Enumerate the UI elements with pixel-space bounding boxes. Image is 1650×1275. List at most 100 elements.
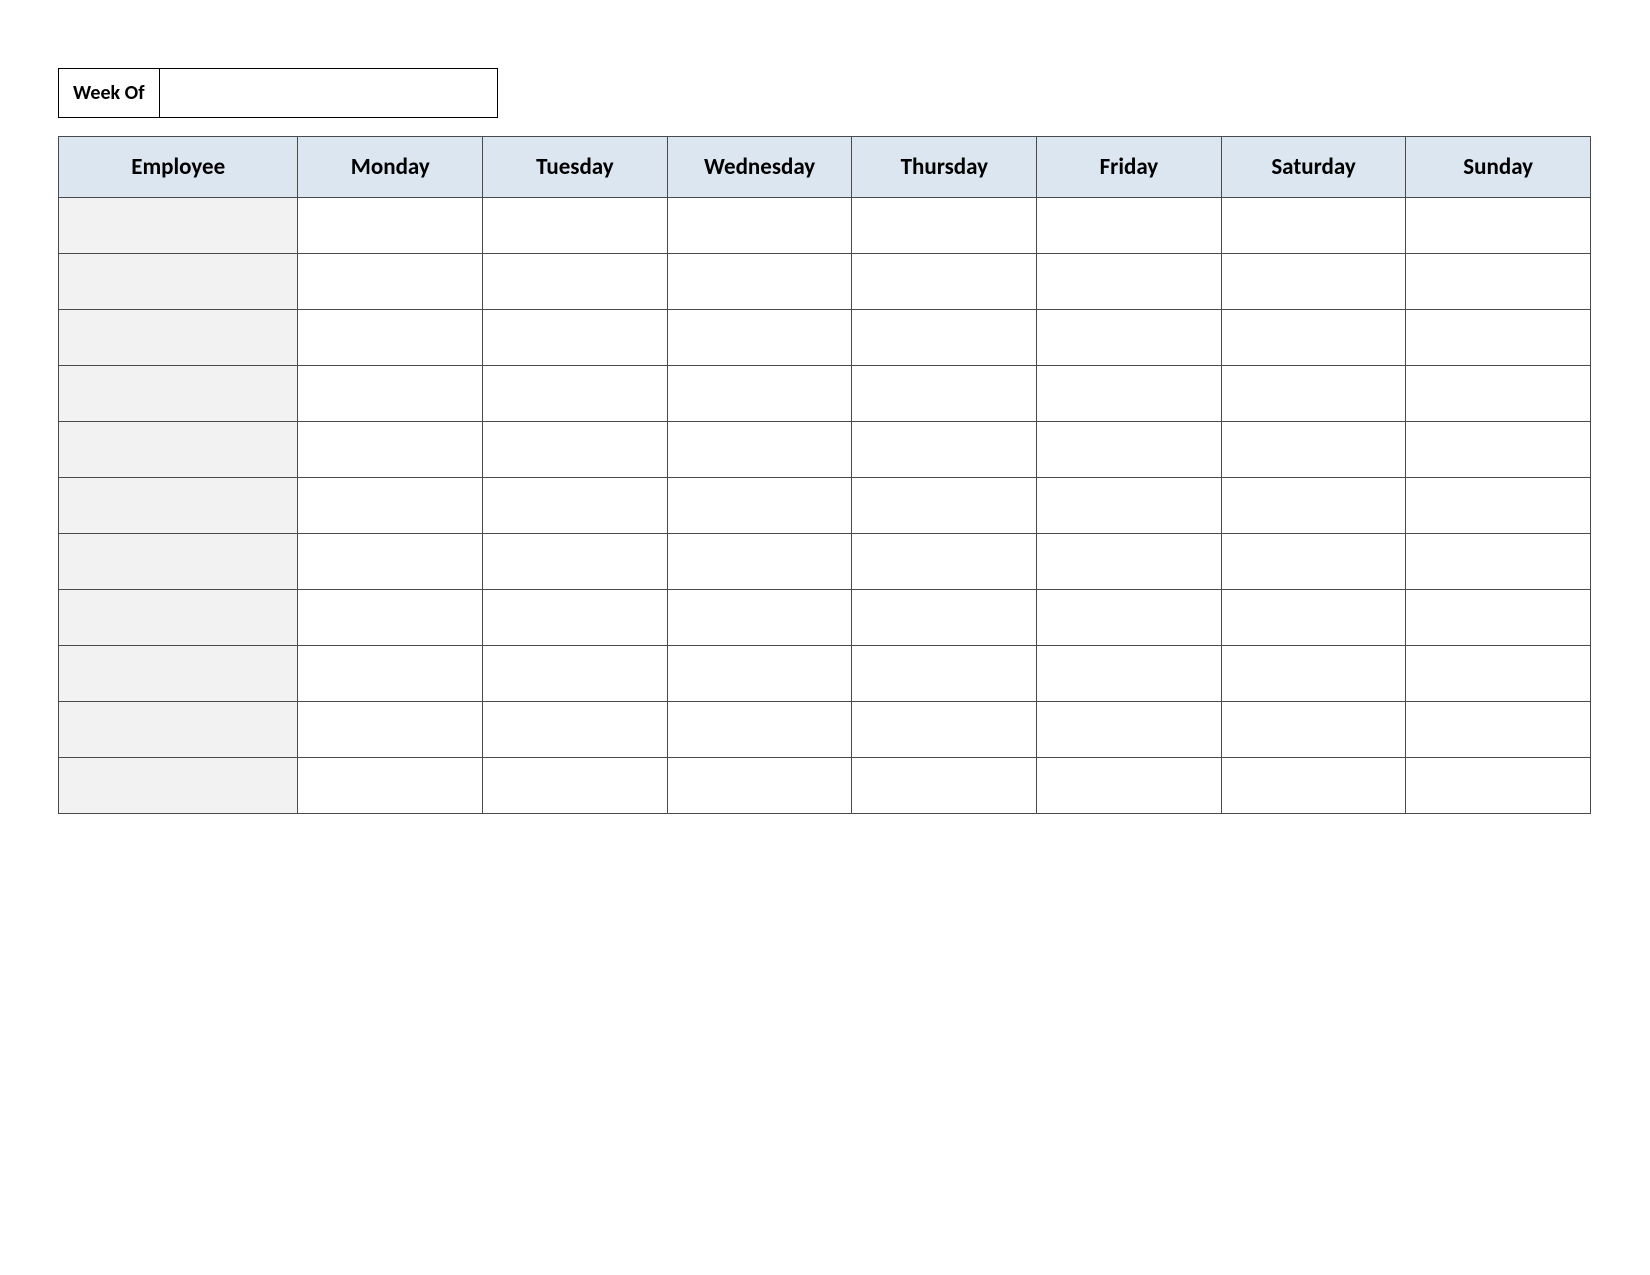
schedule-cell[interactable] [1406,198,1591,254]
schedule-cell[interactable] [1037,758,1222,814]
schedule-cell[interactable] [667,590,852,646]
schedule-cell[interactable] [483,534,668,590]
schedule-cell[interactable] [483,478,668,534]
schedule-cell[interactable] [298,478,483,534]
employee-cell[interactable] [59,366,298,422]
schedule-cell[interactable] [1406,478,1591,534]
schedule-cell[interactable] [852,534,1037,590]
schedule-cell[interactable] [483,758,668,814]
schedule-cell[interactable] [1406,702,1591,758]
schedule-cell[interactable] [298,198,483,254]
employee-cell[interactable] [59,534,298,590]
schedule-cell[interactable] [298,422,483,478]
schedule-cell[interactable] [667,758,852,814]
schedule-cell[interactable] [667,478,852,534]
table-row [59,310,1591,366]
employee-cell[interactable] [59,646,298,702]
schedule-cell[interactable] [1406,422,1591,478]
schedule-cell[interactable] [298,702,483,758]
week-of-label: Week Of [58,68,160,118]
schedule-cell[interactable] [667,254,852,310]
schedule-cell[interactable] [852,422,1037,478]
schedule-cell[interactable] [852,758,1037,814]
schedule-cell[interactable] [667,310,852,366]
schedule-cell[interactable] [483,590,668,646]
schedule-cell[interactable] [1221,198,1406,254]
employee-cell[interactable] [59,254,298,310]
schedule-cell[interactable] [1037,310,1222,366]
header-row: Employee Monday Tuesday Wednesday Thursd… [59,137,1591,198]
schedule-cell[interactable] [1406,758,1591,814]
schedule-cell[interactable] [852,478,1037,534]
schedule-cell[interactable] [852,254,1037,310]
schedule-cell[interactable] [1037,646,1222,702]
schedule-cell[interactable] [1037,478,1222,534]
schedule-cell[interactable] [1037,198,1222,254]
schedule-cell[interactable] [852,702,1037,758]
schedule-cell[interactable] [298,254,483,310]
schedule-cell[interactable] [1221,366,1406,422]
week-of-input[interactable] [160,68,498,118]
schedule-cell[interactable] [667,646,852,702]
table-row [59,422,1591,478]
schedule-cell[interactable] [298,758,483,814]
employee-cell[interactable] [59,478,298,534]
schedule-cell[interactable] [667,702,852,758]
schedule-cell[interactable] [1406,310,1591,366]
schedule-cell[interactable] [1406,254,1591,310]
schedule-cell[interactable] [483,702,668,758]
schedule-cell[interactable] [483,310,668,366]
schedule-cell[interactable] [1037,366,1222,422]
schedule-cell[interactable] [1221,310,1406,366]
schedule-cell[interactable] [667,422,852,478]
employee-cell[interactable] [59,310,298,366]
day-header-saturday: Saturday [1221,137,1406,198]
schedule-cell[interactable] [1221,758,1406,814]
table-row [59,646,1591,702]
schedule-cell[interactable] [1221,254,1406,310]
table-row [59,702,1591,758]
table-row [59,758,1591,814]
schedule-cell[interactable] [667,198,852,254]
schedule-cell[interactable] [483,422,668,478]
schedule-cell[interactable] [1406,646,1591,702]
schedule-cell[interactable] [483,646,668,702]
schedule-cell[interactable] [852,198,1037,254]
schedule-cell[interactable] [1406,366,1591,422]
schedule-cell[interactable] [1037,702,1222,758]
day-header-thursday: Thursday [852,137,1037,198]
schedule-cell[interactable] [667,366,852,422]
schedule-cell[interactable] [483,254,668,310]
employee-cell[interactable] [59,590,298,646]
employee-header: Employee [59,137,298,198]
employee-cell[interactable] [59,758,298,814]
schedule-cell[interactable] [298,590,483,646]
schedule-cell[interactable] [1406,534,1591,590]
schedule-cell[interactable] [1221,534,1406,590]
schedule-cell[interactable] [1221,478,1406,534]
employee-cell[interactable] [59,422,298,478]
schedule-cell[interactable] [1221,422,1406,478]
schedule-cell[interactable] [298,310,483,366]
schedule-cell[interactable] [852,646,1037,702]
schedule-cell[interactable] [1037,534,1222,590]
schedule-cell[interactable] [667,534,852,590]
schedule-cell[interactable] [298,366,483,422]
schedule-cell[interactable] [298,646,483,702]
schedule-cell[interactable] [1406,590,1591,646]
schedule-cell[interactable] [1037,254,1222,310]
day-header-sunday: Sunday [1406,137,1591,198]
schedule-cell[interactable] [1037,422,1222,478]
schedule-cell[interactable] [483,198,668,254]
schedule-cell[interactable] [483,366,668,422]
schedule-cell[interactable] [1221,590,1406,646]
schedule-cell[interactable] [298,534,483,590]
schedule-cell[interactable] [852,310,1037,366]
schedule-cell[interactable] [1221,702,1406,758]
schedule-cell[interactable] [1221,646,1406,702]
schedule-cell[interactable] [852,590,1037,646]
schedule-cell[interactable] [852,366,1037,422]
employee-cell[interactable] [59,702,298,758]
employee-cell[interactable] [59,198,298,254]
schedule-cell[interactable] [1037,590,1222,646]
